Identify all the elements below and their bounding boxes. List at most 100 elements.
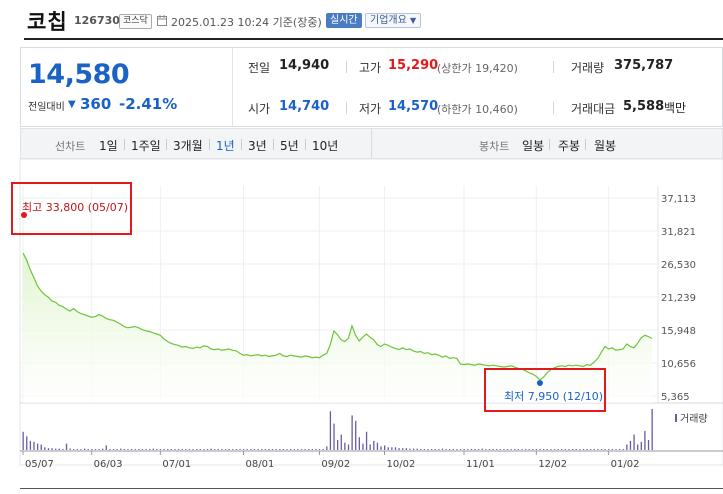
volume-bar <box>91 449 93 450</box>
volume-bar <box>112 449 115 450</box>
volume-bar <box>532 449 534 450</box>
x-tick-label: 10/02 <box>386 459 415 470</box>
volume-bar <box>470 449 473 450</box>
volume-bar <box>188 449 191 450</box>
volume-bar <box>430 449 433 450</box>
y-tick-label: 5,365 <box>661 392 690 403</box>
volume-bar <box>593 449 595 450</box>
volume-bar <box>517 449 520 450</box>
volume-bar <box>282 449 285 450</box>
volume-bar <box>98 449 100 450</box>
volume-bar <box>467 449 469 450</box>
volume-bar <box>604 449 606 450</box>
volume-bar <box>123 449 126 450</box>
volume-bar <box>546 449 548 450</box>
volume-bar <box>65 443 68 450</box>
volume-bar <box>391 447 393 450</box>
volume-bar <box>376 442 379 450</box>
price-chart: 37,113 31,821 26,530 21,239 15,948 10,656 5,36… <box>19 158 723 470</box>
volume-bar <box>622 449 624 450</box>
volume-bar <box>203 449 205 450</box>
volume-bar <box>138 449 140 450</box>
volume-bar <box>456 449 458 450</box>
volume-bar <box>177 449 180 450</box>
y-tick-label: 26,530 <box>661 260 696 271</box>
volume-bar <box>185 449 187 450</box>
volume-bar <box>206 449 209 450</box>
volume-bar <box>575 449 577 450</box>
volume-bar <box>290 449 292 450</box>
volume-legend-swatch <box>675 414 677 422</box>
volume-bar <box>239 449 241 450</box>
volume-bar <box>340 434 342 450</box>
volume-bar <box>102 448 104 450</box>
volume-bar <box>337 439 339 450</box>
volume-bar <box>615 449 617 450</box>
y-tick-label: 15,948 <box>661 326 696 337</box>
volume-bar <box>550 449 552 450</box>
volume-bar <box>221 449 223 450</box>
y-tick-label: 21,239 <box>661 293 696 304</box>
x-tick-label: 08/01 <box>246 459 275 470</box>
volume-bar <box>600 449 603 450</box>
volume-bar <box>402 448 404 450</box>
volume-bar <box>474 449 476 450</box>
volume-bar <box>130 449 133 450</box>
volume-bar <box>405 448 407 450</box>
volume-bar <box>409 448 411 450</box>
volume-bar <box>590 449 592 450</box>
volume-bar <box>651 409 653 450</box>
volume-bar <box>362 443 364 450</box>
x-tick-label: 06/03 <box>94 459 123 470</box>
volume-bar <box>553 449 556 450</box>
volume-bar <box>127 449 129 450</box>
volume-bar <box>199 449 201 450</box>
volume-bar <box>329 411 332 450</box>
volume-bar <box>387 447 389 450</box>
volume-bar <box>637 444 639 450</box>
x-tick-label: 07/01 <box>162 459 191 470</box>
volume-bar <box>441 448 444 450</box>
volume-bar <box>69 448 71 450</box>
volume-bar <box>26 436 28 450</box>
volume-bar <box>235 449 238 450</box>
volume-bar <box>145 449 147 450</box>
volume-bar <box>344 442 346 450</box>
volume-bar <box>355 420 357 450</box>
volume-bar <box>597 449 599 450</box>
volume-bar <box>261 449 263 450</box>
volume-bar <box>224 449 227 450</box>
volume-bar <box>535 449 538 450</box>
volume-bar <box>141 449 144 450</box>
volume-bar <box>217 449 220 450</box>
volume-bar <box>62 449 64 450</box>
volume-bar <box>311 449 313 450</box>
x-tick-label: 09/02 <box>321 459 350 470</box>
volume-bar <box>47 448 50 450</box>
volume-legend-label: 거래량 <box>680 413 708 425</box>
x-tick-label: 11/01 <box>466 459 495 470</box>
volume-bar <box>427 449 429 450</box>
volume-bar <box>543 449 545 450</box>
volume-bar <box>383 445 386 450</box>
volume-bar <box>647 439 650 450</box>
volume-bar <box>196 449 198 450</box>
volume-bar <box>434 449 436 450</box>
volume-bar <box>167 449 169 450</box>
volume-bar <box>369 444 371 450</box>
volume-bar <box>608 449 610 450</box>
volume-bar <box>40 444 42 450</box>
volume-bar <box>521 449 523 450</box>
volume-bar <box>174 449 176 450</box>
volume-bar <box>76 449 79 450</box>
volume-bar <box>640 441 642 450</box>
volume-bar <box>499 449 501 450</box>
volume-bar <box>333 423 335 450</box>
volume-bar <box>192 449 194 450</box>
volume-bar <box>318 449 321 450</box>
volume-bar <box>524 449 527 450</box>
volume-bar <box>33 441 35 450</box>
volume-bar <box>152 448 154 450</box>
volume-bar <box>481 448 483 450</box>
volume-bar <box>304 449 306 450</box>
